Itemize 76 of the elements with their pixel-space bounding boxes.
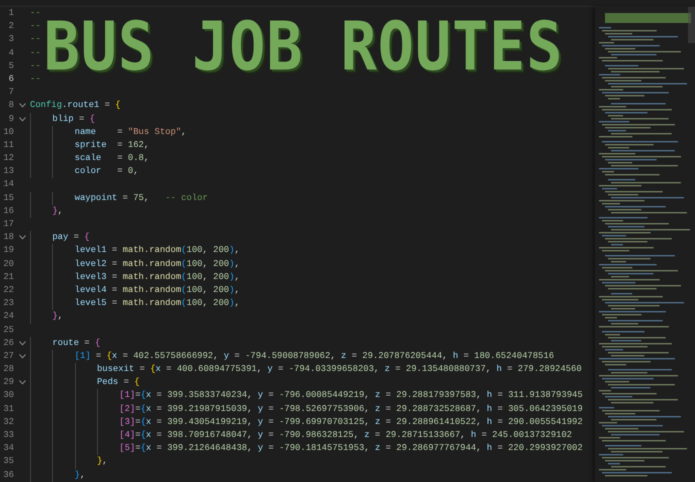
comment-mark: -- bbox=[30, 46, 41, 60]
line-number: 31 bbox=[2, 402, 14, 416]
chevron-icon[interactable] bbox=[18, 340, 26, 346]
line-number: 12 bbox=[2, 152, 14, 166]
code-line: level1 = math.random(100, 200), bbox=[30, 244, 240, 258]
line-number: 17 bbox=[2, 218, 14, 231]
chevron-icon[interactable] bbox=[18, 380, 26, 386]
line-number: 24 bbox=[2, 310, 14, 324]
line-number: 4 bbox=[8, 46, 14, 60]
line-number: 10 bbox=[2, 126, 14, 139]
line-number: 25 bbox=[2, 324, 14, 336]
line-number: 20 bbox=[2, 258, 14, 271]
code-line: level3 = math.random(100, 200), bbox=[30, 270, 240, 284]
code-line: scale = 0.8, bbox=[30, 152, 150, 166]
code-line: busexit = {x = 400.60894775391, y = -794.03399658203, z = 29.135480880737, h = 279.28924560 bbox=[30, 363, 582, 376]
code-line: [1]={x = 399.35833740234, y = -796.00085449219, z = 29.288179397583, h = 311.9138793945 bbox=[30, 389, 583, 403]
code-line: level4 = math.random(100, 200), bbox=[30, 284, 240, 298]
code-line: level2 = math.random(100, 200), bbox=[30, 258, 240, 271]
code-line: [2]={x = 399.21987915039, y = -798.52697753906, z = 29.288732528687, h = 305.0642395019 bbox=[30, 402, 583, 416]
scrollbar-thumb[interactable] bbox=[688, 7, 695, 43]
line-number: 16 bbox=[2, 204, 14, 218]
code-line: color = 0, bbox=[30, 165, 139, 178]
comment-mark: -- bbox=[30, 20, 41, 34]
code-line: }, bbox=[30, 468, 86, 482]
chevron-icon[interactable] bbox=[18, 116, 26, 122]
line-number: 22 bbox=[2, 284, 14, 297]
chevron-icon[interactable] bbox=[18, 235, 26, 240]
line-number: 36 bbox=[2, 468, 14, 482]
code-line: level5 = math.random(100, 200), bbox=[30, 297, 240, 310]
line-number: 33 bbox=[2, 429, 14, 442]
code-line: pay = { bbox=[30, 231, 90, 244]
line-number: 1 bbox=[8, 7, 14, 20]
code-line: Config.route1 = { bbox=[30, 99, 121, 112]
code-line: [1] = {x = 402.55758666992, y = -794.59008789062, z = 29.207876205444, h = 180.65240478516 bbox=[30, 350, 554, 364]
code-line: sprite = 162, bbox=[30, 138, 150, 152]
code-line: }, bbox=[30, 204, 63, 218]
line-number: 32 bbox=[2, 416, 14, 429]
code-line: route = { bbox=[30, 336, 100, 350]
line-number: 29 bbox=[2, 376, 14, 390]
line-number: 6 bbox=[8, 72, 14, 86]
code-line: [5]={x = 399.21264648438, y = -790.18145751953, z = 29.286977767944, h = 220.2993927002 bbox=[30, 442, 583, 456]
code-line: }, bbox=[30, 455, 108, 469]
line-number: 26 bbox=[2, 336, 14, 350]
line-number: 11 bbox=[2, 138, 14, 152]
line-number: 15 bbox=[2, 192, 14, 205]
chevron-icon[interactable] bbox=[18, 103, 26, 108]
line-number: 30 bbox=[2, 389, 14, 402]
line-number: 27 bbox=[2, 350, 14, 363]
line-number: 9 bbox=[8, 112, 14, 126]
line-number: 21 bbox=[2, 270, 14, 284]
line-number: 5 bbox=[8, 60, 14, 73]
line-number: 8 bbox=[8, 99, 14, 112]
line-number: 34 bbox=[2, 442, 14, 456]
ascii-banner-title: BUS JOB ROUTES bbox=[44, 10, 564, 84]
code-line: blip = { bbox=[30, 112, 95, 126]
code-line: Peds = { bbox=[30, 376, 140, 390]
line-number: 3 bbox=[8, 33, 14, 46]
code-line: [4]={x = 398.70916748047, y = -790.986328125, z = 29.28715133667, h = 245.00137329102 bbox=[30, 429, 572, 442]
code-line: }, bbox=[30, 310, 63, 324]
line-number: 35 bbox=[2, 455, 14, 468]
line-number: 7 bbox=[8, 86, 14, 100]
code-line: name = "Bus Stop", bbox=[30, 126, 186, 139]
comment-mark: -- bbox=[30, 7, 41, 20]
line-number: 23 bbox=[2, 297, 14, 310]
comment-mark: -- bbox=[30, 33, 41, 46]
comment-mark: -- bbox=[30, 72, 41, 86]
line-number: 2 bbox=[8, 20, 14, 34]
line-number: 13 bbox=[2, 165, 14, 178]
code-line: waypoint = 75, -- color bbox=[30, 192, 208, 205]
line-number: 19 bbox=[2, 244, 14, 258]
line-number: 18 bbox=[2, 231, 14, 244]
line-number: 14 bbox=[2, 178, 14, 192]
code-line: [3]={x = 399.43054199219, y = -799.69970703125, z = 29.288961410522, h = 290.0055541992 bbox=[30, 416, 583, 429]
comment-mark: -- bbox=[30, 60, 41, 73]
line-number: 28 bbox=[2, 363, 14, 376]
chevron-icon[interactable] bbox=[18, 354, 26, 359]
